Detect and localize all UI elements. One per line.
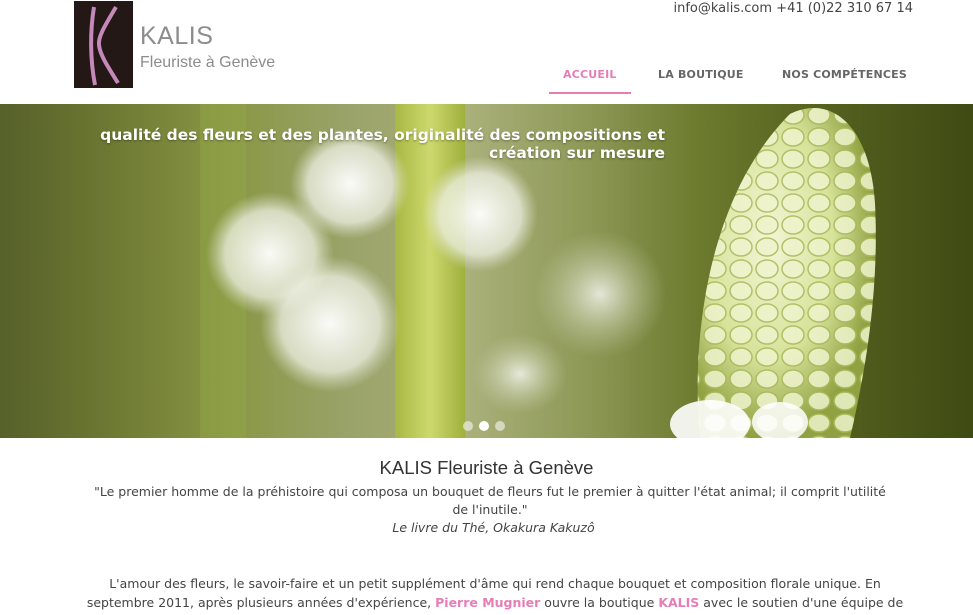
slider-dot-1[interactable]: [463, 420, 473, 431]
intro-paragraph: L'amour des fleurs, le savoir-faire et u…: [76, 574, 914, 615]
hero-slider[interactable]: qualité des fleurs et des plantes, origi…: [0, 104, 973, 438]
brand-name: KALIS: [140, 22, 214, 50]
main-nav: ACCUEIL LA BOUTIQUE NOS COMPÉTENCES: [0, 60, 973, 94]
hero-caption-line1: qualité des fleurs et des plantes, origi…: [100, 126, 665, 144]
slider-dot-3[interactable]: [495, 420, 505, 431]
contact-info[interactable]: info@kalis.com +41 (0)22 310 67 14: [674, 1, 914, 16]
page-title: KALIS Fleuriste à Genève: [379, 457, 594, 478]
nav-item-accueil[interactable]: ACCUEIL: [549, 60, 631, 94]
hero-caption-line2: création sur mesure: [489, 144, 665, 162]
nav-item-nos-competences[interactable]: NOS COMPÉTENCES: [782, 60, 907, 94]
quote-text: "Le premier homme de la préhistoire qui …: [94, 484, 886, 517]
slider-dots: [463, 415, 511, 431]
main-content: KALIS Fleuriste à Genève "Le premier hom…: [0, 438, 973, 615]
nav-item-la-boutique[interactable]: LA BOUTIQUE: [658, 60, 744, 94]
hero-caption: qualité des fleurs et des plantes, origi…: [100, 126, 665, 162]
intro-text-2: ouvre la boutique: [540, 595, 659, 610]
quote-author: Le livre du Thé, Okakura Kakuzô: [392, 520, 595, 535]
slider-dot-2[interactable]: [479, 420, 489, 431]
site-header: KALIS Fleuriste à Genève info@kalis.com …: [0, 0, 973, 104]
founder-link[interactable]: Pierre Mugnier: [435, 595, 540, 610]
brand-link[interactable]: KALIS: [658, 595, 699, 610]
